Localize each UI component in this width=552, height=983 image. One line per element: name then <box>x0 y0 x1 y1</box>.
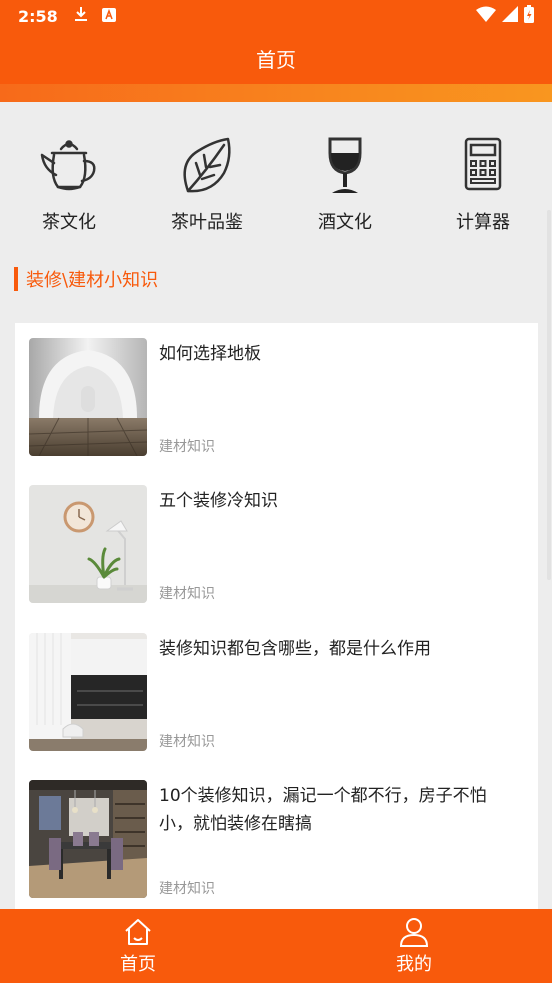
article-thumbnail <box>29 338 147 456</box>
wifi-icon <box>476 6 496 26</box>
home-icon <box>125 919 151 945</box>
battery-icon <box>524 5 534 27</box>
article-tag: 建材知识 <box>159 881 215 897</box>
section-accent-bar <box>14 267 18 291</box>
header-gradient-strip <box>0 84 552 102</box>
header: 首页 <box>0 32 552 84</box>
list-item[interactable]: 10个装修知识，漏记一个都不行，房子不怕小，就怕装修在瞎搞 建材知识 <box>29 780 529 898</box>
status-time: 2:58 <box>18 6 58 26</box>
signal-icon <box>502 6 518 26</box>
wine-glass-icon <box>313 134 377 198</box>
user-icon <box>399 918 429 947</box>
list-item[interactable]: 五个装修冷知识 建材知识 <box>29 485 529 603</box>
article-tag: 建材知识 <box>159 586 215 602</box>
nav-label: 我的 <box>396 954 432 975</box>
article-thumbnail <box>29 780 147 898</box>
category-tea-tasting[interactable]: 茶叶品鉴 <box>138 120 276 240</box>
category-label: 计算器 <box>456 212 510 233</box>
section-header: 装修\建材小知识 <box>14 265 158 293</box>
leaf-icon <box>175 134 239 198</box>
article-title: 10个装修知识，漏记一个都不行，房子不怕小，就怕装修在瞎搞 <box>159 786 487 834</box>
page-title: 首页 <box>256 47 296 72</box>
article-thumbnail <box>29 485 147 603</box>
category-label: 酒文化 <box>318 212 372 233</box>
nav-label: 首页 <box>120 954 156 975</box>
article-list: 如何选择地板 建材知识 五个装修冷知识 建材知识 装修知识都包含哪些，都是什么作… <box>15 323 538 909</box>
teapot-icon <box>37 134 101 198</box>
nav-tab-mine[interactable]: 我的 <box>276 909 552 983</box>
article-title: 如何选择地板 <box>159 344 261 364</box>
category-row: 茶文化 茶叶品鉴 酒文化 计算器 <box>0 120 552 240</box>
category-label: 茶文化 <box>42 212 96 233</box>
category-calculator[interactable]: 计算器 <box>414 120 552 240</box>
article-title: 五个装修冷知识 <box>159 491 278 511</box>
article-thumbnail <box>29 633 147 751</box>
list-item[interactable]: 如何选择地板 建材知识 <box>29 338 529 456</box>
article-tag: 建材知识 <box>159 734 215 750</box>
calculator-icon <box>451 134 515 198</box>
section-title: 装修\建材小知识 <box>26 270 159 291</box>
article-tag: 建材知识 <box>159 439 215 455</box>
nav-tab-home[interactable]: 首页 <box>0 909 276 983</box>
category-tea-culture[interactable]: 茶文化 <box>0 120 138 240</box>
status-bar: 2:58 <box>0 0 552 32</box>
category-wine-culture[interactable]: 酒文化 <box>276 120 414 240</box>
keyboard-a-icon <box>101 7 116 26</box>
article-title: 装修知识都包含哪些，都是什么作用 <box>159 639 431 659</box>
download-icon <box>74 6 88 26</box>
category-label: 茶叶品鉴 <box>171 212 243 233</box>
list-item[interactable]: 装修知识都包含哪些，都是什么作用 建材知识 <box>29 633 529 751</box>
bottom-nav: 首页 我的 <box>0 909 552 983</box>
scrollbar[interactable] <box>547 210 551 580</box>
